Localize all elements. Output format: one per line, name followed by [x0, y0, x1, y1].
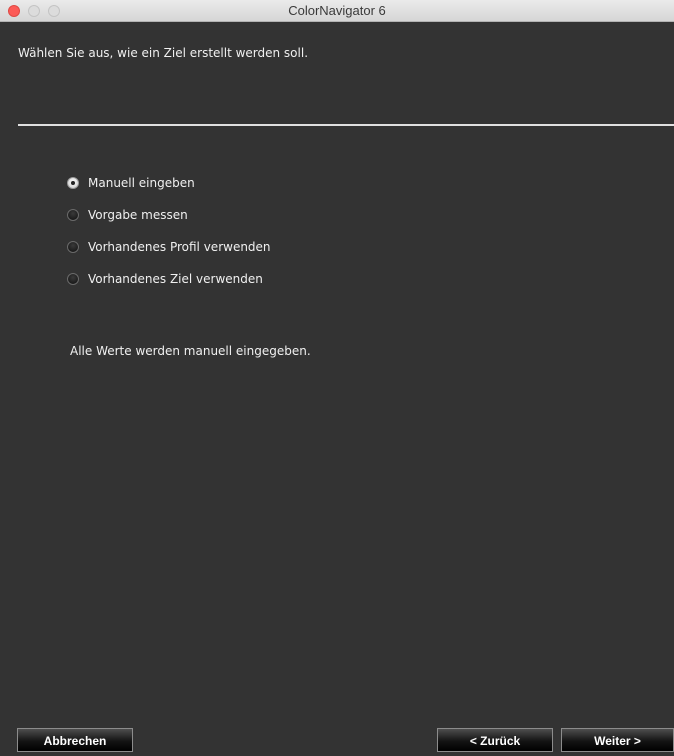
option-label: Vorgabe messen — [88, 208, 188, 222]
radio-button[interactable] — [67, 209, 79, 221]
option-label: Vorhandenes Ziel verwenden — [88, 272, 263, 286]
window-title: ColorNavigator 6 — [288, 3, 386, 18]
option-label: Vorhandenes Profil verwenden — [88, 240, 271, 254]
option-existing-target[interactable]: Vorhandenes Ziel verwenden — [67, 270, 263, 288]
title-bar[interactable]: ColorNavigator 6 — [0, 0, 674, 22]
radio-button[interactable] — [67, 273, 79, 285]
option-measure-preset[interactable]: Vorgabe messen — [67, 206, 188, 224]
option-manual-entry[interactable]: Manuell eingeben — [67, 174, 195, 192]
cancel-button[interactable]: Abbrechen — [17, 728, 133, 752]
header-divider — [18, 124, 674, 126]
option-description: Alle Werte werden manuell eingegeben. — [70, 344, 311, 358]
radio-button-checked[interactable] — [67, 177, 79, 189]
back-button[interactable]: < Zurück — [437, 728, 553, 752]
option-existing-profile[interactable]: Vorhandenes Profil verwenden — [67, 238, 271, 256]
instruction-text: Wählen Sie aus, wie ein Ziel erstellt we… — [18, 46, 309, 60]
colornavigator-window: ColorNavigator 6 Wählen Sie aus, wie ein… — [0, 0, 674, 756]
radio-button[interactable] — [67, 241, 79, 253]
next-button[interactable]: Weiter > — [561, 728, 674, 752]
option-label: Manuell eingeben — [88, 176, 195, 190]
